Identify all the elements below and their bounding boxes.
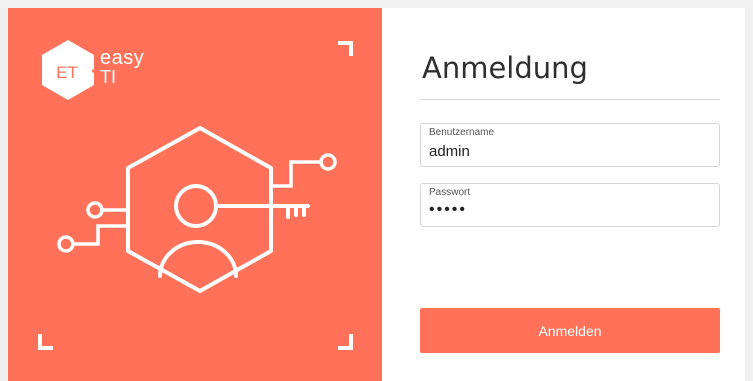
login-button[interactable]: Anmelden xyxy=(420,308,720,353)
login-form: Anmeldung Benutzername Passwort ••••• An… xyxy=(382,8,745,381)
circuit-line-icon xyxy=(57,153,337,253)
logo-hexagon-icon: ET xyxy=(36,38,100,102)
logo-badge-text: ET xyxy=(56,63,78,82)
password-field[interactable]: Passwort ••••• xyxy=(420,183,720,227)
username-input[interactable] xyxy=(429,143,709,160)
logo-line-2: TI xyxy=(100,67,116,87)
user-key-hexagon-icon xyxy=(126,126,310,293)
password-label: Passwort xyxy=(429,187,471,198)
title-divider xyxy=(420,99,720,100)
logo-wordmark: easy TI xyxy=(100,48,144,86)
logo-line-1: easy xyxy=(100,47,145,69)
username-label: Benutzername xyxy=(429,127,495,138)
page-title: Anmeldung xyxy=(422,51,588,85)
password-input[interactable]: ••••• xyxy=(429,201,709,219)
login-card: ET easy TI Anmeldung Benutzername Passwo… xyxy=(8,8,745,381)
username-field[interactable]: Benutzername xyxy=(420,123,720,167)
brand-panel: ET easy TI xyxy=(8,8,382,381)
